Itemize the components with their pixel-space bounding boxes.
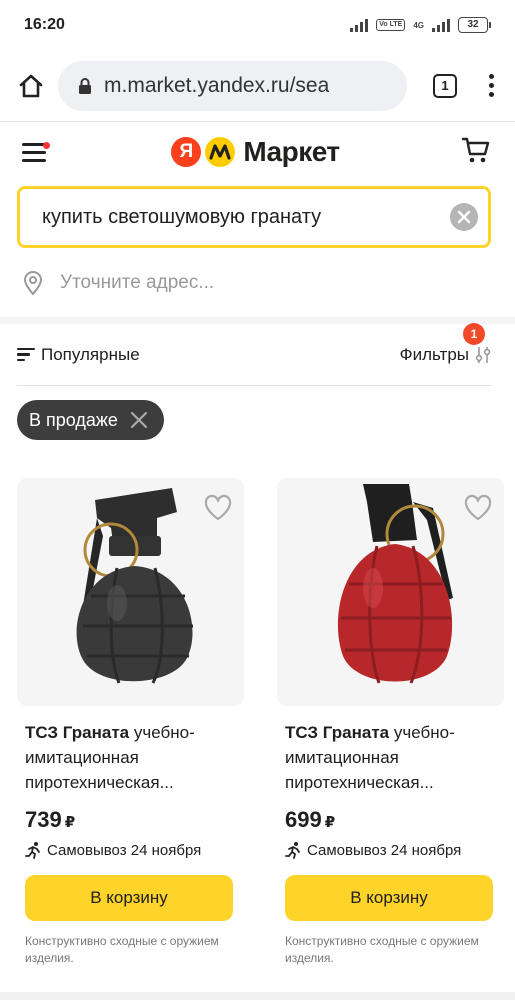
price-value: 739 [25,807,62,832]
product-photo[interactable] [17,478,244,706]
filters-count-badge: 1 [463,322,485,345]
filter-chip-in-stock[interactable]: В продаже [17,400,164,440]
filter-sliders-icon [475,346,491,363]
add-to-cart-button[interactable]: В корзину [285,875,493,921]
product-note: Конструктивно сходные с оружием изделия. [285,934,479,965]
filters-label: Фильтры [399,344,469,364]
signal-icon-2 [432,18,450,32]
home-button[interactable] [14,69,48,103]
product-title-bold: ТСЗ Граната [25,723,130,742]
add-to-cart-button[interactable]: В корзину [25,875,233,921]
sort-button[interactable]: Популярные [17,345,140,365]
address-selector[interactable]: Уточните адрес... [0,248,515,324]
active-filters: В продаже [0,386,515,440]
price-currency: ₽ [324,814,336,831]
chip-label: В продаже [29,409,118,430]
price-value: 699 [285,807,322,832]
status-icons: Vo LTE 4G 32 [350,17,491,33]
heart-icon [464,494,492,521]
network-4g-icon: 4G [413,20,424,30]
delivery-text: Самовывоз 24 ноября [307,841,462,859]
address-placeholder: Уточните адрес... [60,271,215,293]
sort-label: Популярные [41,344,140,364]
delivery-info: Самовывоз 24 ноября [17,841,244,859]
market-header: Я Маркет [0,122,515,182]
product-title[interactable]: ТСЗ Граната учебно-имитационная пиротехн… [277,720,504,795]
pickup-runner-icon [285,842,300,859]
logo-ya: Я [171,137,202,167]
lock-icon [79,77,91,94]
address-bar[interactable]: m.market.yandex.ru/sea [58,60,407,111]
remove-chip-icon[interactable] [130,411,148,429]
location-pin-icon [23,270,43,296]
product-photo[interactable] [277,478,504,706]
battery-level: 32 [458,17,488,33]
clear-search-button[interactable] [450,203,478,231]
search-wrapper: купить светошумовую гранату [0,182,515,248]
product-price: 739 ₽ [17,807,244,833]
status-time: 16:20 [24,16,65,33]
delivery-info: Самовывоз 24 ноября [277,841,504,859]
product-card[interactable]: ТСЗ Граната учебно-имитационная пиротехн… [277,478,504,967]
url-text: m.market.yandex.ru/sea [104,73,330,97]
logo-text: Маркет [243,136,340,167]
browser-toolbar: m.market.yandex.ru/sea 1 [0,50,515,122]
status-bar: 16:20 Vo LTE 4G 32 [0,0,515,50]
notification-dot [43,142,50,149]
favorite-button[interactable] [462,492,494,524]
favorite-button[interactable] [202,492,234,524]
sort-filter-bar: Популярные Фильтры 1 [17,322,491,386]
price-currency: ₽ [64,814,76,831]
search-value: купить светошумовую гранату [42,205,322,228]
pickup-runner-icon [25,842,40,859]
product-price: 699 ₽ [277,807,504,833]
search-input[interactable]: купить светошумовую гранату [17,186,491,248]
product-title-bold: ТСЗ Граната [285,723,390,742]
signal-icon [350,18,369,32]
home-icon [19,74,43,97]
battery-icon: 32 [458,17,491,33]
cart-button[interactable] [461,135,491,170]
filters-button[interactable]: Фильтры 1 [399,322,491,365]
heart-icon [204,494,232,521]
product-card[interactable]: ТСЗ Граната учебно-имитационная пиротехн… [17,478,244,967]
delivery-text: Самовывоз 24 ноября [47,841,202,859]
volte-icon: Vo LTE [376,19,406,31]
product-note: Конструктивно сходные с оружием изделия. [25,934,219,965]
menu-icon[interactable] [22,141,50,163]
page-bottom-divider [0,992,515,1000]
close-icon [457,210,471,224]
tabs-button[interactable]: 1 [433,73,457,98]
cart-icon [461,137,490,162]
product-title[interactable]: ТСЗ Граната учебно-имитационная пиротехн… [17,720,244,795]
sort-icon [17,347,35,362]
logo-m-icon [205,137,236,167]
yandex-market-logo[interactable]: Я Маркет [171,136,340,168]
browser-menu-button[interactable] [481,74,501,97]
product-grid: ТСЗ Граната учебно-имитационная пиротехн… [0,440,515,967]
